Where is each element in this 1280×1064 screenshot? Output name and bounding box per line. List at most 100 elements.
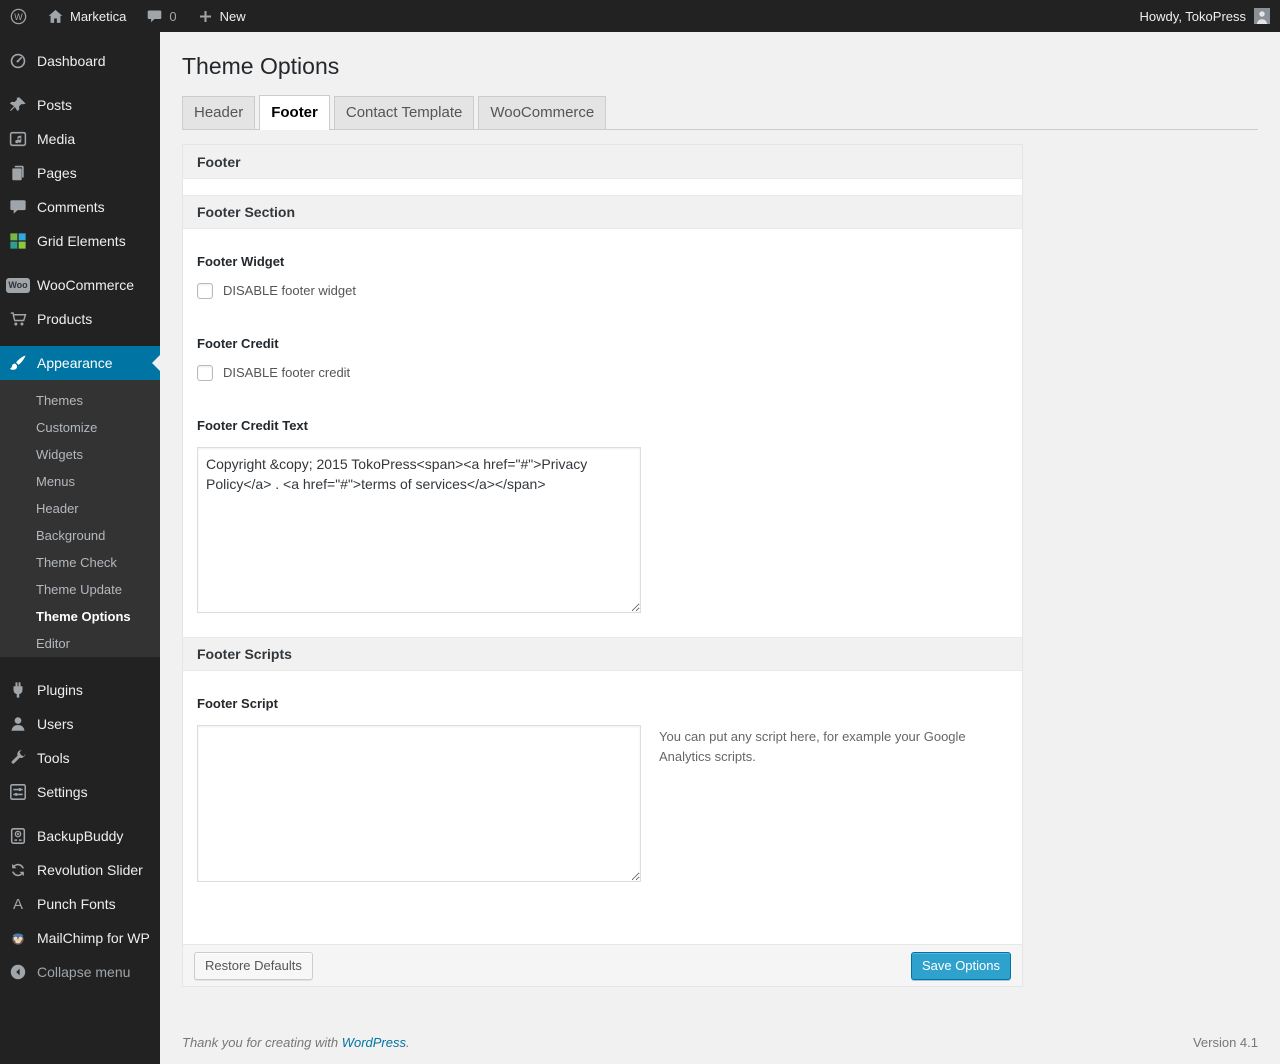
wordpress-admin: W Marketica 0 New Howdy, TokoPress Dashb… [0, 0, 1280, 1064]
comments-count: 0 [169, 8, 177, 24]
pages-icon [8, 163, 28, 183]
settings-icon [8, 782, 28, 802]
backupbuddy-icon [8, 826, 28, 846]
letter-a-icon: A [12, 895, 23, 913]
sidebar-item-punch-fonts[interactable]: A Punch Fonts [0, 887, 160, 921]
woocommerce-badge-icon: Woo [6, 275, 30, 295]
restore-defaults-button[interactable]: Restore Defaults [194, 951, 313, 980]
version-text: Version 4.1 [1192, 1035, 1258, 1050]
sidebar-item-dashboard[interactable]: Dashboard [0, 44, 160, 78]
panel-action-bar: Restore Defaults Save Options [183, 944, 1022, 986]
tab-header[interactable]: Header [182, 96, 256, 129]
site-name: Marketica [70, 8, 127, 24]
disable-footer-credit-text: DISABLE footer credit [223, 365, 351, 380]
sidebar-item-plugins[interactable]: Plugins [0, 673, 160, 707]
sidebar-item-appearance[interactable]: Appearance [0, 346, 160, 380]
panel-spacer [183, 179, 1022, 195]
comments-icon [8, 197, 28, 217]
home-icon [47, 8, 64, 25]
paintbrush-icon [8, 353, 28, 373]
tab-contact-template[interactable]: Contact Template [333, 96, 475, 129]
tab-bar: Header Footer Contact Template WooCommer… [182, 95, 1258, 130]
footer-credit-text-label: Footer Credit Text [197, 418, 308, 433]
footer-section-body: Footer Widget DISABLE footer widget Foot… [183, 229, 1022, 637]
cart-icon [8, 309, 28, 329]
footer-script-description: You can put any script here, for example… [659, 729, 966, 765]
footer-section-bar: Footer Section [183, 195, 1022, 229]
submenu-themes[interactable]: Themes [0, 387, 160, 414]
collapse-arrow-icon [8, 962, 28, 982]
sidebar-item-media[interactable]: Media [0, 122, 160, 156]
tab-woocommerce[interactable]: WooCommerce [478, 96, 607, 129]
submenu-menus[interactable]: Menus [0, 468, 160, 495]
disable-footer-widget-option[interactable]: DISABLE footer widget [197, 283, 1008, 299]
svg-text:W: W [14, 11, 23, 21]
sidebar-item-posts[interactable]: Posts [0, 88, 160, 122]
wp-logo-menu[interactable]: W [0, 0, 37, 32]
submenu-customize[interactable]: Customize [0, 414, 160, 441]
footer-scripts-body: Footer Script You can put any script her… [183, 671, 1022, 944]
sidebar-item-backupbuddy[interactable]: BackupBuddy [0, 819, 160, 853]
wrench-icon [8, 748, 28, 768]
footer-credit-label: Footer Credit [197, 336, 279, 351]
footer-credit-text-textarea[interactable]: Copyright &copy; 2015 TokoPress<span><a … [197, 447, 641, 613]
submenu-theme-options[interactable]: Theme Options [0, 603, 160, 630]
sidebar-item-tools[interactable]: Tools [0, 741, 160, 775]
sidebar-item-revolution-slider[interactable]: Revolution Slider [0, 853, 160, 887]
disable-footer-widget-checkbox[interactable] [197, 283, 213, 299]
site-name-menu[interactable]: Marketica [37, 0, 136, 32]
main-content: Theme Options Header Footer Contact Temp… [160, 32, 1280, 1064]
sidebar-item-users[interactable]: Users [0, 707, 160, 741]
admin-sidebar: Dashboard Posts Media Pages Comments Gri… [0, 32, 160, 1064]
media-icon [8, 129, 28, 149]
footer-scripts-title: Footer Scripts [197, 646, 292, 662]
mailchimp-monkey-icon [8, 928, 28, 948]
sidebar-item-products[interactable]: Products [0, 302, 160, 336]
submenu-background[interactable]: Background [0, 522, 160, 549]
sidebar-item-mailchimp[interactable]: MailChimp for WP [0, 921, 160, 955]
sidebar-item-pages[interactable]: Pages [0, 156, 160, 190]
sidebar-item-comments[interactable]: Comments [0, 190, 160, 224]
footer-script-label: Footer Script [197, 696, 278, 711]
wordpress-logo-icon: W [10, 8, 27, 25]
appearance-submenu: Themes Customize Widgets Menus Header Ba… [0, 380, 160, 657]
howdy-text: Howdy, TokoPress [1139, 8, 1246, 24]
submenu-theme-check[interactable]: Theme Check [0, 549, 160, 576]
sidebar-item-grid-elements[interactable]: Grid Elements [0, 224, 160, 258]
comment-bubble-icon [146, 8, 163, 25]
pushpin-icon [8, 95, 28, 115]
submenu-header[interactable]: Header [0, 495, 160, 522]
submenu-editor[interactable]: Editor [0, 630, 160, 657]
submenu-theme-update[interactable]: Theme Update [0, 576, 160, 603]
user-icon [8, 714, 28, 734]
panel-title-bar: Footer [183, 145, 1022, 179]
save-options-button[interactable]: Save Options [910, 951, 1011, 980]
admin-bar-comments[interactable]: 0 [136, 0, 186, 32]
tab-footer[interactable]: Footer [259, 95, 330, 130]
admin-footer: Thank you for creating with WordPress. V… [182, 1035, 1258, 1050]
admin-bar: W Marketica 0 New Howdy, TokoPress [0, 0, 1280, 32]
wordpress-link[interactable]: WordPress [342, 1035, 406, 1050]
footer-scripts-bar: Footer Scripts [183, 637, 1022, 671]
admin-bar-new[interactable]: New [187, 0, 256, 32]
page-title: Theme Options [182, 53, 340, 79]
disable-footer-widget-text: DISABLE footer widget [223, 283, 356, 298]
refresh-arrows-icon [8, 860, 28, 880]
collapse-menu-button[interactable]: Collapse menu [0, 955, 160, 989]
disable-footer-credit-option[interactable]: DISABLE footer credit [197, 365, 1008, 381]
sidebar-item-settings[interactable]: Settings [0, 775, 160, 809]
submenu-widgets[interactable]: Widgets [0, 441, 160, 468]
admin-bar-account[interactable]: Howdy, TokoPress [1130, 0, 1280, 32]
avatar [1254, 8, 1270, 24]
sidebar-item-woocommerce[interactable]: Woo WooCommerce [0, 268, 160, 302]
theme-options-panel: Footer Footer Section Footer Widget DISA… [182, 144, 1023, 987]
panel-title: Footer [197, 153, 241, 170]
plus-icon [197, 8, 214, 25]
footer-section-title: Footer Section [197, 204, 296, 220]
footer-thanks: Thank you for creating with WordPress. [182, 1035, 410, 1050]
new-label: New [219, 8, 246, 24]
footer-script-textarea[interactable] [197, 725, 641, 882]
plugin-icon [8, 680, 28, 700]
dashboard-icon [8, 51, 28, 71]
disable-footer-credit-checkbox[interactable] [197, 365, 213, 381]
